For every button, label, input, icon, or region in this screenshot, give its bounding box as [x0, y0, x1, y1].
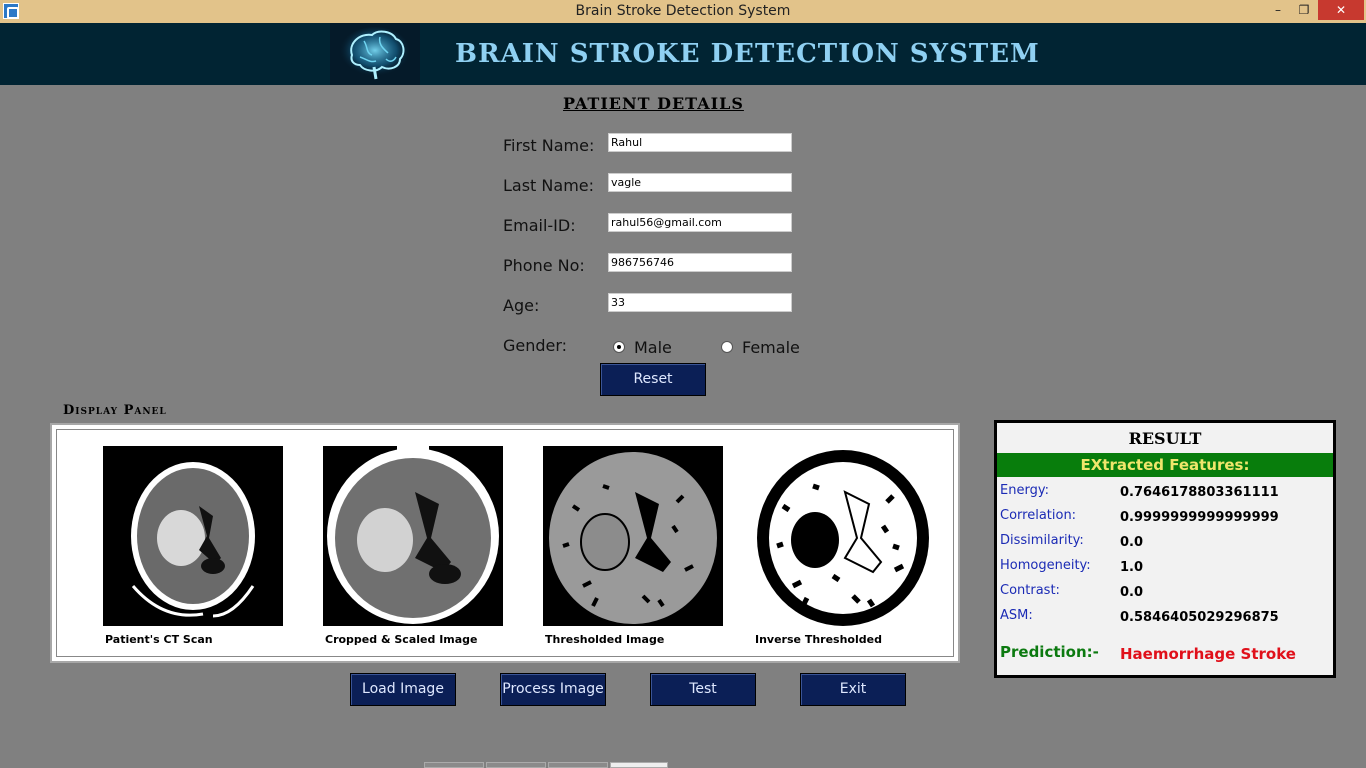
thresholded-image	[543, 446, 723, 626]
patient-details-heading: PATIENT DETAILS	[563, 94, 744, 113]
brain-logo-icon	[330, 23, 420, 85]
gender-female-radio[interactable]	[721, 341, 733, 353]
gender-label: Gender:	[503, 336, 568, 355]
feature-name: Contrast:	[1000, 583, 1060, 598]
taskbar-item[interactable]	[486, 762, 546, 768]
first-name-label: First Name:	[503, 136, 595, 155]
inverse-thresholded-label: Inverse Thresholded	[755, 633, 882, 646]
last-name-input[interactable]	[608, 173, 792, 192]
inverse-thresholded-image	[753, 446, 933, 626]
cropped-scaled-image	[323, 446, 503, 626]
first-name-input[interactable]	[608, 133, 792, 152]
display-panel-heading: Display Panel	[63, 403, 167, 418]
feature-name: Correlation:	[1000, 508, 1077, 523]
gender-female-label: Female	[742, 338, 800, 357]
last-name-label: Last Name:	[503, 176, 595, 195]
age-label: Age:	[503, 296, 540, 315]
email-input[interactable]	[608, 213, 792, 232]
gender-male-label: Male	[634, 338, 672, 357]
ct-scan-label: Patient's CT Scan	[105, 633, 213, 646]
thresholded-label: Thresholded Image	[545, 633, 665, 646]
maximize-button[interactable]: ❐	[1292, 0, 1316, 20]
feature-value: 0.7646178803361111	[1120, 485, 1279, 500]
taskbar-item[interactable]	[424, 762, 484, 768]
feature-name: ASM:	[1000, 608, 1033, 623]
window-title: Brain Stroke Detection System	[575, 3, 791, 19]
feature-value: 1.0	[1120, 560, 1144, 575]
title-bar: Brain Stroke Detection System – ❐ ✕	[0, 0, 1366, 23]
minimize-button[interactable]: –	[1266, 0, 1290, 20]
display-panel: Patient's CT Scan Cropped & Scaled Image	[50, 423, 960, 663]
age-input[interactable]	[608, 293, 792, 312]
prediction-label: Prediction:-	[1000, 643, 1099, 661]
extracted-features-header: EXtracted Features:	[997, 453, 1333, 477]
feature-value: 0.9999999999999999	[1120, 510, 1279, 525]
feature-value: 0.0	[1120, 585, 1144, 600]
feature-name: Dissimilarity:	[1000, 533, 1084, 548]
load-image-button[interactable]: Load Image	[350, 673, 456, 706]
feature-name: Homogeneity:	[1000, 558, 1091, 573]
gender-male-radio[interactable]	[613, 341, 625, 353]
phone-label: Phone No:	[503, 256, 585, 275]
feature-name: Energy:	[1000, 483, 1049, 498]
taskbar-item[interactable]	[548, 762, 608, 768]
reset-button[interactable]: Reset	[600, 363, 706, 396]
cropped-scaled-label: Cropped & Scaled Image	[325, 633, 478, 646]
result-heading: RESULT	[1128, 429, 1202, 448]
feature-value: 0.0	[1120, 535, 1144, 550]
close-button[interactable]: ✕	[1318, 0, 1364, 20]
phone-input[interactable]	[608, 253, 792, 272]
email-label: Email-ID:	[503, 216, 576, 235]
feature-value: 0.5846405029296875	[1120, 610, 1279, 625]
app-title: BRAIN STROKE DETECTION SYSTEM	[455, 39, 1040, 69]
taskbar-item[interactable]	[610, 762, 668, 768]
result-panel: RESULT EXtracted Features: Energy: 0.764…	[994, 420, 1336, 678]
process-image-button[interactable]: Process Image	[500, 673, 606, 706]
test-button[interactable]: Test	[650, 673, 756, 706]
ct-scan-image	[103, 446, 283, 626]
prediction-value: Haemorrhage Stroke	[1120, 645, 1296, 663]
exit-button[interactable]: Exit	[800, 673, 906, 706]
header-banner: BRAIN STROKE DETECTION SYSTEM	[0, 23, 1366, 85]
